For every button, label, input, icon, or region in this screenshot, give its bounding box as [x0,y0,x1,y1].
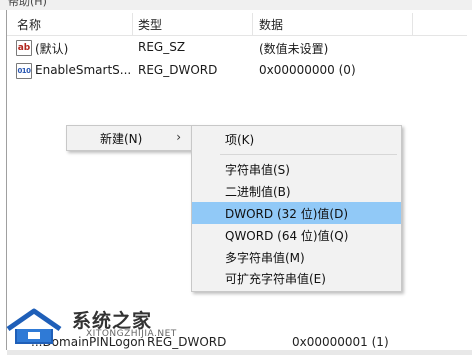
menu-item-label: DWORD (32 位)值(D) [225,207,348,221]
binary-value-icon: 010 [16,63,32,79]
menu-item-label: 二进制值(B) [225,185,291,199]
new-submenu: 项(K) 字符串值(S) 二进制值(B) DWORD (32 位)值(D) QW… [191,125,402,292]
value-type: REG_SZ [138,40,186,54]
column-divider[interactable] [132,13,133,35]
value-data: (数值未设置) [259,42,329,56]
column-header-data[interactable]: 数据 [259,16,283,33]
context-menu: 新建(N) › [66,125,194,151]
menu-item-label: 多字符串值(M) [225,251,305,265]
column-divider[interactable] [412,13,413,35]
column-header-type[interactable]: 类型 [138,16,162,33]
menu-item-label: QWORD (64 位)值(Q) [225,229,349,243]
menu-item-label: 字符串值(S) [225,163,290,177]
horizontal-scrollbar[interactable] [7,350,472,355]
menu-item-label: 新建(N) [100,132,143,146]
watermark: 系统之家 XITONGZHIJIA.NET [4,300,204,350]
column-header-row: 名称 类型 数据 [7,13,467,36]
registry-value-row[interactable]: 010 EnableSmartS... REG_DWORD 0x00000000… [7,60,467,82]
value-name: (默认) [35,42,69,56]
menu-item-multi-string-value[interactable]: 多字符串值(M) [192,246,401,268]
string-value-icon: ab [16,40,32,56]
menu-item-string-value[interactable]: 字符串值(S) [192,158,401,180]
chevron-right-icon: › [176,130,181,144]
menu-item-key[interactable]: 项(K) [192,128,401,150]
menu-item-expandable-string-value[interactable]: 可扩充字符串值(E) [192,267,401,289]
menu-item-binary-value[interactable]: 二进制值(B) [192,180,401,202]
menu-item-new[interactable]: 新建(N) › [67,127,193,149]
menubar: 帮助(H) [0,0,472,10]
menu-item-label: 项(K) [225,133,255,147]
value-type: REG_DWORD [138,63,218,77]
watermark-url: XITONGZHIJIA.NET [86,329,177,339]
house-logo-icon [6,308,62,344]
menu-separator [220,154,397,155]
column-divider[interactable] [252,13,253,35]
value-name: EnableSmartS... [35,63,132,77]
registry-value-row[interactable]: ab (默认) REG_SZ (数值未设置) [7,37,467,59]
menu-item-dword-value[interactable]: DWORD (32 位)值(D) [192,202,401,224]
column-header-name[interactable]: 名称 [17,16,41,33]
menu-item-qword-value[interactable]: QWORD (64 位)值(Q) [192,224,401,246]
menu-item-label: 可扩充字符串值(E) [225,272,326,286]
value-data: 0x00000001 (1) [292,335,389,349]
menu-help[interactable]: 帮助(H) [8,0,47,9]
value-data: 0x00000000 (0) [259,63,356,77]
